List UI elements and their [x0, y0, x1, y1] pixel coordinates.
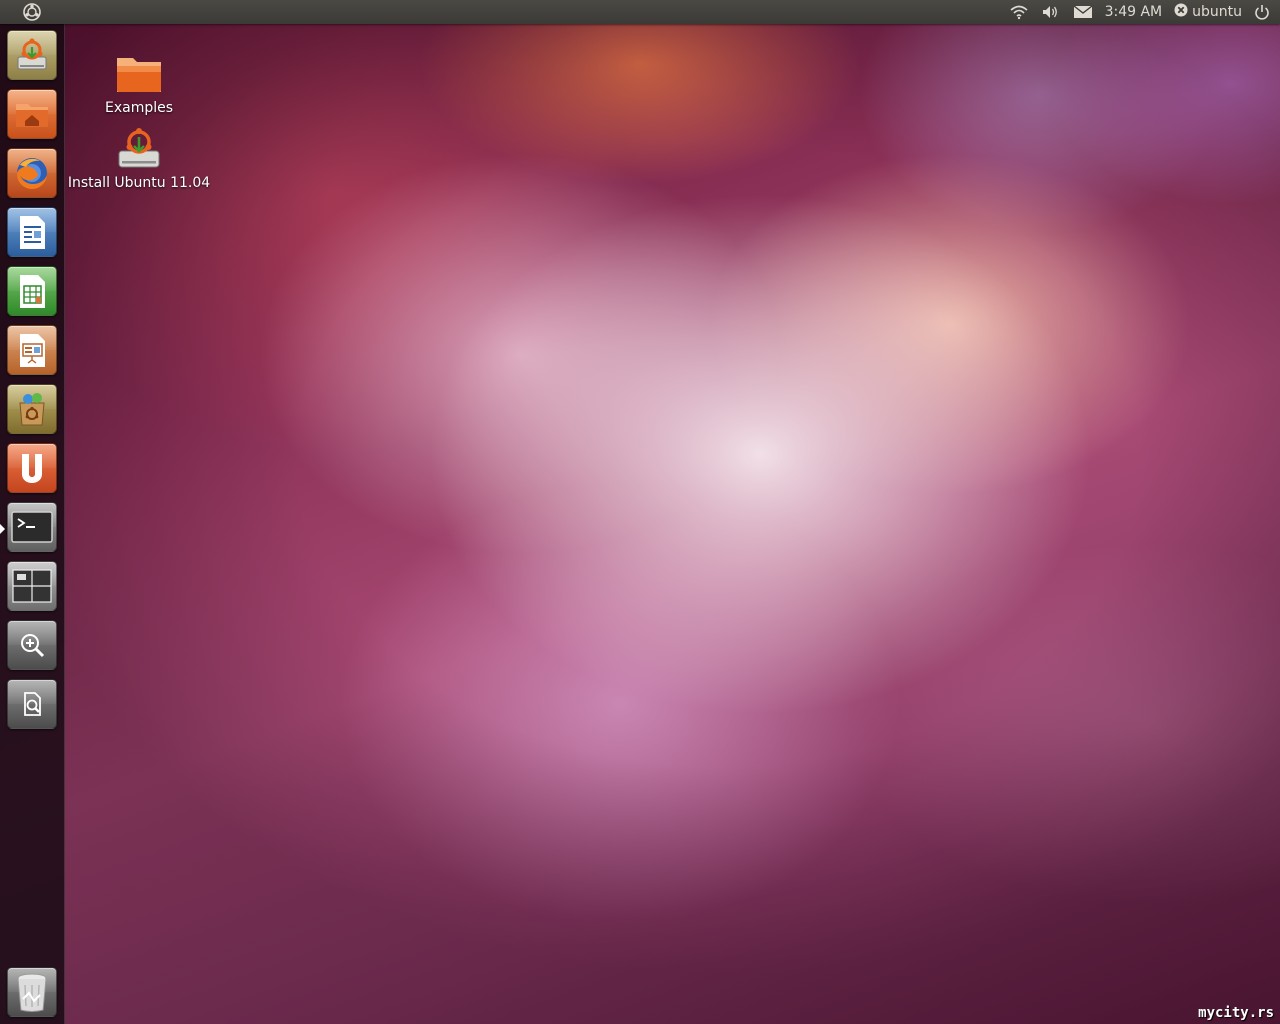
user-name: ubuntu [1192, 4, 1242, 20]
desktop-icon-label: Install Ubuntu 11.04 [67, 175, 211, 191]
firefox-icon [16, 158, 47, 190]
launcher-software-center[interactable] [7, 384, 57, 434]
envelope-icon[interactable] [1067, 0, 1099, 24]
folder-icon [113, 50, 165, 98]
workspace-switcher-icon [12, 569, 52, 603]
home-folder-icon [16, 104, 48, 127]
libreoffice-impress-icon [20, 334, 45, 367]
launcher-ubuntu-one[interactable] [7, 443, 57, 493]
install-ubuntu-icon [113, 125, 165, 173]
launcher-trash[interactable] [7, 967, 57, 1017]
launcher-workspace-switcher[interactable] [7, 561, 57, 611]
launcher-libreoffice-writer[interactable] [7, 207, 57, 257]
desktop-icon-examples[interactable]: Examples [59, 50, 219, 116]
user-status-icon [1174, 3, 1188, 21]
libreoffice-writer-icon [20, 216, 45, 249]
power-icon[interactable] [1248, 0, 1280, 24]
ubuntu-logo-icon[interactable] [23, 3, 41, 21]
terminal-icon [11, 511, 53, 543]
launcher-libreoffice-calc[interactable] [7, 266, 57, 316]
desktop-icon-label: Examples [104, 100, 174, 116]
trash-icon [17, 973, 47, 1012]
launcher-applications-lens[interactable] [7, 620, 57, 670]
libreoffice-calc-icon [20, 275, 45, 308]
applications-lens-icon [21, 634, 45, 658]
running-indicator [0, 524, 5, 534]
indicator-tray: 3:49 AM ubuntu [1003, 0, 1280, 24]
wifi-icon[interactable] [1003, 0, 1035, 24]
top-panel: 3:49 AM ubuntu [0, 0, 1280, 24]
ubuntu-one-icon [22, 454, 42, 483]
volume-icon[interactable] [1035, 0, 1067, 24]
launcher-files-lens[interactable] [7, 679, 57, 729]
launcher-home-folder[interactable] [7, 89, 57, 139]
launcher-firefox[interactable] [7, 148, 57, 198]
launcher [0, 24, 65, 1024]
software-center-icon [19, 393, 45, 426]
launcher-libreoffice-impress[interactable] [7, 325, 57, 375]
files-lens-icon [24, 692, 41, 716]
desktop-icon-install-ubuntu[interactable]: Install Ubuntu 11.04 [59, 125, 219, 191]
launcher-terminal[interactable] [7, 502, 57, 552]
launcher-install-ubuntu[interactable] [7, 30, 57, 80]
clock[interactable]: 3:49 AM [1099, 0, 1169, 24]
user-menu[interactable]: ubuntu [1168, 0, 1248, 24]
watermark: mycity.rs [1198, 1005, 1274, 1021]
install-ubuntu-icon [17, 38, 47, 70]
clock-label: 3:49 AM [1104, 4, 1163, 20]
